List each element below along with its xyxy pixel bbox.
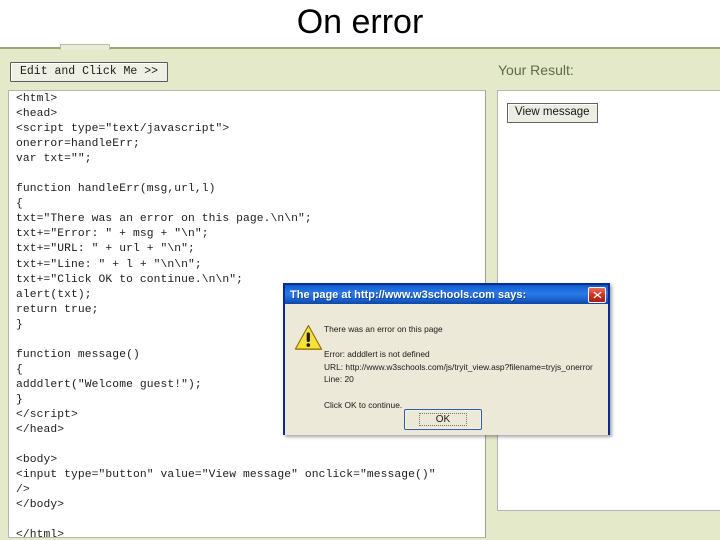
close-icon[interactable] [588, 287, 606, 303]
javascript-alert-dialog: The page at http://www.w3schools.com say… [283, 283, 610, 435]
alert-ok-label: OK [418, 413, 468, 426]
result-heading-label: Your Result: [498, 62, 574, 78]
warning-triangle-icon [294, 324, 324, 352]
dialog-title: The page at http://www.w3schools.com say… [290, 288, 527, 301]
alert-ok-button[interactable]: OK [404, 409, 482, 430]
view-message-button[interactable]: View message [507, 103, 598, 123]
dialog-titlebar: The page at http://www.w3schools.com say… [285, 283, 608, 304]
page-title: On error [296, 3, 424, 41]
edit-and-click-me-button[interactable]: Edit and Click Me >> [10, 62, 169, 82]
panel-nub [60, 44, 110, 50]
dialog-body: There was an error on this page Error: a… [285, 304, 608, 435]
alert-message-text: There was an error on this page Error: a… [324, 324, 593, 410]
